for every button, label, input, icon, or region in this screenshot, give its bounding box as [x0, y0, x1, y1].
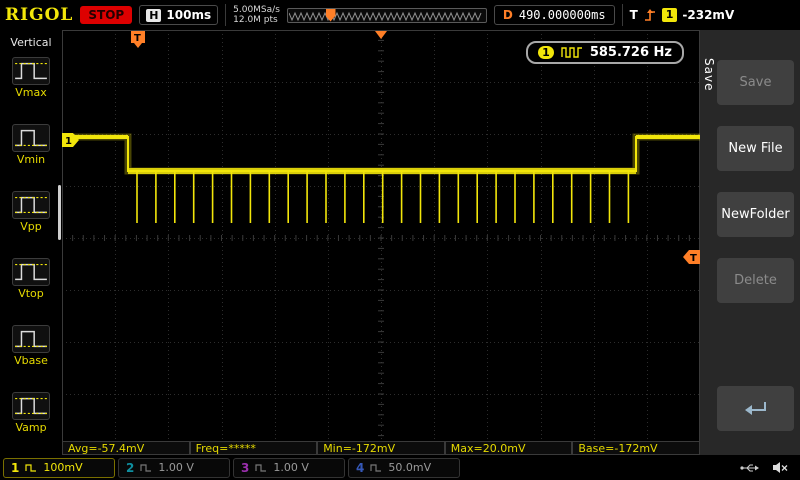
sidebar-item-vpp[interactable]: Vpp	[0, 191, 62, 233]
system-status-icons	[740, 461, 797, 474]
acquisition-info: 5.00MSa/s 12.0M pts	[233, 5, 280, 25]
sidebar-scrollbar[interactable]	[58, 185, 61, 240]
channel-number: 1	[11, 460, 20, 475]
freq-counter-value: 585.726 Hz	[589, 45, 672, 60]
channel-number: 4	[356, 460, 365, 475]
vbase-icon	[12, 325, 50, 353]
horizontal-label: H	[146, 8, 162, 22]
trigger-info-group[interactable]: T 1 -232mV	[629, 8, 735, 22]
channel-scale: 1.00 V	[158, 461, 194, 474]
freq-counter-channel-badge: 1	[538, 46, 554, 59]
sidebar-item-label: Vamp	[15, 421, 47, 434]
sidebar-item-label: Vpp	[20, 220, 42, 233]
coupling-icon	[140, 463, 152, 472]
new-file-button[interactable]: New File	[717, 126, 794, 171]
measurement-base: Base=-172mV	[572, 441, 700, 455]
measurement-avg: Avg=-57.4mV	[62, 441, 190, 455]
coupling-icon	[370, 463, 382, 472]
svg-text:1: 1	[65, 136, 72, 147]
sidebar-item-label: Vmax	[15, 86, 47, 99]
rising-edge-icon	[644, 9, 655, 21]
measure-sidebar: Vertical Vmax Vmin Vpp Vtop Vbase Vamp	[0, 30, 62, 455]
square-wave-icon	[561, 47, 582, 58]
top-status-bar: RIGOL STOP H 100ms 5.00MSa/s 12.0M pts D…	[0, 0, 800, 30]
menu-tab-save: Save	[702, 58, 716, 92]
usb-icon	[740, 463, 759, 472]
channel-4-box[interactable]: 4 50.0mV	[348, 457, 460, 478]
measurement-freq: Freq=*****	[189, 441, 318, 455]
trigger-level-value: -232mV	[682, 8, 735, 22]
sample-rate: 5.00MSa/s	[233, 5, 280, 15]
sidebar-item-vmax[interactable]: Vmax	[0, 57, 62, 99]
svg-text:T: T	[134, 33, 141, 44]
delay-value: 490.000000ms	[518, 8, 606, 22]
channel-status-bar: 1 100mV 2 1.00 V 3 1.00 V 4 50.0mV	[0, 455, 800, 480]
channel-scale: 1.00 V	[273, 461, 309, 474]
svg-text:T: T	[690, 253, 697, 264]
rigol-logo: RIGOL	[5, 5, 74, 25]
horizontal-timebase-box[interactable]: H 100ms	[139, 5, 219, 25]
measurement-results-bar: Avg=-57.4mV Freq=***** Min=-172mV Max=20…	[62, 441, 700, 455]
new-folder-button[interactable]: NewFolder	[717, 192, 794, 237]
channel-2-box[interactable]: 2 1.00 V	[118, 457, 230, 478]
vmax-icon	[12, 57, 50, 85]
waveform-position-bar[interactable]	[286, 7, 487, 23]
channel-number: 3	[241, 460, 250, 475]
divider	[621, 4, 623, 26]
sidebar-item-label: Vbase	[14, 354, 48, 367]
vpp-icon	[12, 191, 50, 219]
channel-3-box[interactable]: 3 1.00 V	[233, 457, 345, 478]
trigger-source-badge: 1	[661, 8, 678, 22]
coupling-icon	[25, 463, 37, 472]
vamp-icon	[12, 392, 50, 420]
channel-1-box[interactable]: 1 100mV	[3, 457, 115, 478]
measurement-min: Min=-172mV	[317, 441, 445, 455]
memory-depth: 12.0M pts	[233, 15, 278, 25]
memory-waveform-icon	[288, 11, 482, 21]
sidebar-item-vamp[interactable]: Vamp	[0, 392, 62, 434]
waveform-display: 1 T T 1 585.726 Hz Avg=-57.4mV Freq=***** …	[62, 30, 700, 455]
sidebar-item-label: Vmin	[16, 153, 46, 166]
sidebar-item-vtop[interactable]: Vtop	[0, 258, 62, 300]
coupling-icon	[255, 463, 267, 472]
graticule-and-trace: 1 T T	[62, 30, 700, 446]
timebase-value: 100ms	[166, 8, 212, 22]
back-button[interactable]	[717, 386, 794, 431]
delay-label: D	[502, 8, 513, 22]
frequency-counter: 1 585.726 Hz	[526, 41, 684, 64]
save-button[interactable]: Save	[717, 60, 794, 105]
measurement-max: Max=20.0mV	[444, 441, 573, 455]
trigger-label: T	[629, 8, 638, 22]
vmin-icon	[12, 124, 50, 152]
channel-number: 2	[126, 460, 135, 475]
sidebar-item-vmin[interactable]: Vmin	[0, 124, 62, 166]
divider	[225, 4, 227, 26]
delay-readout-box[interactable]: D 490.000000ms	[493, 5, 615, 25]
channel-scale: 100mV	[43, 461, 83, 474]
measure-category-title: Vertical	[10, 36, 52, 49]
speaker-muted-icon[interactable]	[772, 461, 789, 474]
vtop-icon	[12, 258, 50, 286]
sidebar-item-vbase[interactable]: Vbase	[0, 325, 62, 367]
delete-button[interactable]: Delete	[717, 258, 794, 303]
sidebar-item-label: Vtop	[18, 287, 44, 300]
softkey-menu-panel: Save Save New File NewFolder Delete	[700, 30, 800, 455]
run-state-badge: STOP	[80, 6, 133, 24]
return-arrow-icon	[744, 401, 766, 415]
channel-scale: 50.0mV	[388, 461, 432, 474]
